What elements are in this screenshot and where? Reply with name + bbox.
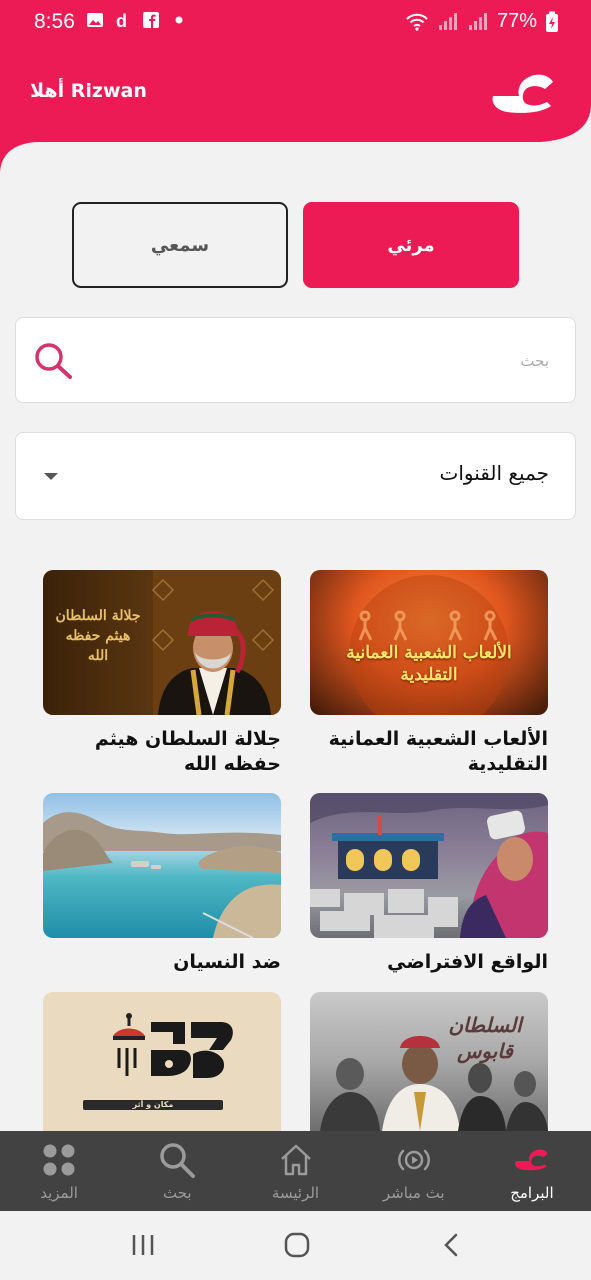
nav-label: البرامج <box>510 1184 554 1202</box>
nav-live[interactable]: بث مباشر <box>355 1131 473 1211</box>
program-thumbnail: السلطان قابوس <box>310 992 548 1131</box>
nav-label: الرئيسة <box>271 1184 320 1202</box>
channel-filter-value: جميع القنوات <box>439 461 549 485</box>
status-bar: 8:56 d 77% <box>0 0 591 44</box>
nav-more[interactable]: المزيد <box>0 1131 118 1211</box>
back-icon[interactable] <box>440 1231 462 1259</box>
nav-home[interactable]: الرئيسة <box>236 1131 354 1211</box>
visual-toggle-button[interactable]: مرئي <box>303 202 519 288</box>
program-thumb-text: الألعاب الشعبية العمانية التقليدية <box>346 643 512 685</box>
nav-label: المزيد <box>40 1184 78 1202</box>
bay-landscape-art <box>43 812 281 938</box>
program-thumbnail: جلالة السلطان هيثم حفظه الله <box>43 570 281 715</box>
svg-text:d: d <box>116 11 127 29</box>
program-thumbnail <box>43 793 281 938</box>
live-broadcast-icon <box>397 1149 430 1171</box>
dailymotion-icon: d <box>116 11 127 29</box>
program-thumbnail: مكان و أثر <box>43 992 281 1131</box>
facebook-icon <box>143 12 159 28</box>
gallery-icon <box>87 13 103 27</box>
search-icon <box>160 1143 196 1178</box>
visual-toggle-label: مرئي <box>387 234 435 256</box>
program-card[interactable]: الواقع الافتراضي <box>310 793 548 975</box>
signal-icon-2 <box>468 12 487 30</box>
audio-toggle-button[interactable]: سمعي <box>72 202 288 288</box>
caret-down-icon <box>44 473 58 480</box>
nav-search[interactable]: بحث <box>118 1131 236 1211</box>
dot-icon <box>175 16 183 24</box>
bottom-nav: البرامج بث مباشر الرئيسة بحث المزيد <box>0 1131 591 1211</box>
virtual-reality-art <box>310 793 548 938</box>
battery-percent: 77% <box>496 10 537 32</box>
program-title: ضد النسيان <box>173 951 281 973</box>
system-nav-bar <box>0 1211 591 1280</box>
program-card[interactable]: الألعاب الشعبية العمانية التقليدية الألع… <box>310 570 548 777</box>
notification-icons: d <box>86 11 188 29</box>
programs-logo-icon <box>514 1149 548 1171</box>
channel-filter-dropdown[interactable]: جميع القنوات <box>15 432 576 520</box>
nav-programs[interactable]: البرامج <box>473 1131 591 1211</box>
program-card[interactable]: مكان و أثر <box>43 992 281 1143</box>
search-box <box>15 317 576 403</box>
program-card[interactable]: السلطان قابوس <box>310 992 548 1143</box>
more-grid-icon <box>43 1144 75 1176</box>
audio-toggle-label: سمعي <box>150 234 210 256</box>
program-thumb-text: السلطان قابوس <box>448 1013 522 1063</box>
status-time: 8:56 <box>34 10 75 33</box>
program-card[interactable]: ضد النسيان <box>43 793 281 975</box>
nav-label: بث مباشر <box>382 1184 445 1202</box>
home-button-icon[interactable] <box>283 1231 311 1259</box>
program-title: الألعاب الشعبية العمانية التقليدية <box>328 728 548 775</box>
recent-apps-icon[interactable] <box>130 1231 156 1259</box>
program-thumbnail <box>310 793 548 938</box>
program-thumbnail: الألعاب الشعبية العمانية التقليدية <box>310 570 548 715</box>
program-title: جلالة السلطان هيثم حفظه الله <box>94 728 281 775</box>
battery-charging-icon <box>546 11 558 32</box>
program-thumb-text: مكان و أثر <box>132 1100 174 1109</box>
signal-icon <box>438 12 457 30</box>
program-title: الواقع الافتراضي <box>387 951 548 973</box>
header: أهلا Rizwan <box>0 44 591 174</box>
search-input[interactable] <box>129 344 549 378</box>
home-icon <box>280 1144 311 1176</box>
wifi-icon <box>406 13 428 31</box>
system-status-icons: 77% <box>405 10 559 33</box>
app-logo-icon <box>492 74 553 113</box>
search-icon[interactable] <box>32 340 74 382</box>
greeting: أهلا Rizwan <box>30 80 147 102</box>
nav-label: بحث <box>163 1184 192 1202</box>
program-card[interactable]: جلالة السلطان هيثم حفظه الله جلالة السلط… <box>43 570 281 777</box>
program-thumb-text: جلالة السلطان هيثم حفظه الله <box>55 608 141 664</box>
